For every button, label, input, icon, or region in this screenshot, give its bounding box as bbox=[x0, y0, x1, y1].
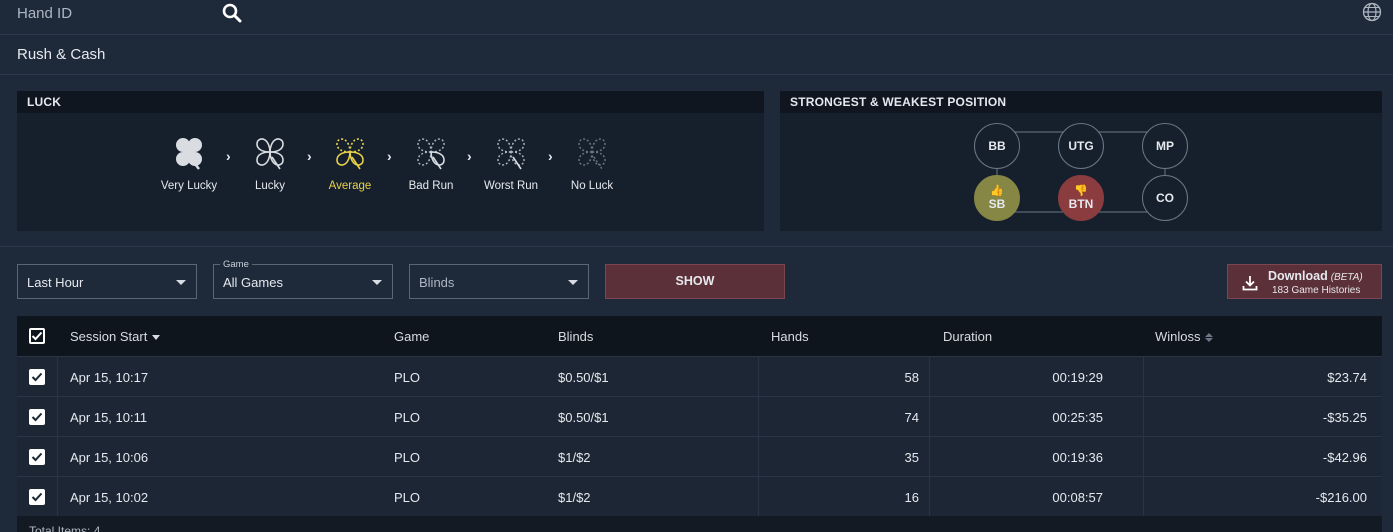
luck-label: Worst Run bbox=[483, 180, 539, 192]
duration: 00:19:36 bbox=[1052, 450, 1103, 465]
winloss: -$35.25 bbox=[1322, 410, 1367, 425]
hands: 16 bbox=[904, 490, 919, 505]
clover-average-icon bbox=[336, 138, 364, 170]
game: PLO bbox=[394, 490, 421, 505]
show-button[interactable]: SHOW bbox=[605, 264, 785, 299]
table-row[interactable]: Apr 15, 10:11 PLO $0.50/$1 74 00:25:35 -… bbox=[17, 396, 1382, 437]
session-start: Apr 15, 10:17 bbox=[70, 370, 149, 385]
column-header-duration: Duration bbox=[943, 329, 993, 344]
row-checkbox[interactable] bbox=[29, 449, 45, 465]
globe-icon[interactable] bbox=[1362, 2, 1382, 22]
checkmark-icon bbox=[31, 412, 43, 422]
download-subtitle: 183 Game Histories bbox=[1272, 285, 1361, 296]
clover-dashed-icon bbox=[417, 138, 445, 170]
clover-dashed-icon bbox=[497, 138, 525, 170]
luck-no-luck: No Luck bbox=[552, 135, 632, 192]
luck-label: No Luck bbox=[570, 180, 614, 192]
total-items: Total Items: 4 bbox=[29, 524, 101, 532]
blinds: $1/$2 bbox=[558, 490, 591, 505]
luck-very-lucky: Very Lucky bbox=[149, 135, 229, 192]
seat-utg: UTG bbox=[1058, 123, 1104, 169]
column-header-session-start[interactable]: Session Start bbox=[70, 329, 161, 344]
column-header-hands: Hands bbox=[771, 329, 809, 344]
seat-sb-strongest: 👍 SB bbox=[974, 175, 1020, 221]
luck-panel: LUCK Very Lucky › Lucky › Average › Bad … bbox=[17, 91, 764, 231]
table-row[interactable]: Apr 15, 10:02 PLO $1/$2 16 00:08:57 -$21… bbox=[17, 476, 1382, 517]
row-checkbox[interactable] bbox=[29, 409, 45, 425]
checkmark-icon bbox=[31, 331, 43, 341]
thumbs-up-icon: 👍 bbox=[990, 184, 1004, 197]
download-label: Download bbox=[1268, 269, 1328, 283]
row-checkbox[interactable] bbox=[29, 489, 45, 505]
hands: 35 bbox=[904, 450, 919, 465]
winloss: -$216.00 bbox=[1315, 490, 1367, 505]
clover-dashed-icon bbox=[578, 138, 606, 170]
game: PLO bbox=[394, 410, 421, 425]
luck-average: Average bbox=[310, 135, 390, 192]
chevron-down-icon bbox=[176, 280, 186, 285]
duration: 00:25:35 bbox=[1052, 410, 1103, 425]
hands: 74 bbox=[904, 410, 919, 425]
download-icon bbox=[1242, 276, 1258, 291]
beta-badge: (BETA) bbox=[1330, 272, 1363, 283]
luck-worst-run: Worst Run bbox=[471, 135, 551, 192]
column-header-game: Game bbox=[394, 329, 430, 344]
sort-desc-icon bbox=[152, 335, 161, 341]
luck-label: Lucky bbox=[254, 180, 286, 192]
seat-co: CO bbox=[1142, 175, 1188, 221]
clover-filled-icon bbox=[176, 138, 202, 170]
checkmark-icon bbox=[31, 372, 43, 382]
page-title: Rush & Cash bbox=[17, 46, 106, 63]
luck-label: Very Lucky bbox=[160, 180, 218, 192]
blinds: $1/$2 bbox=[558, 450, 591, 465]
table-row[interactable]: Apr 15, 10:06 PLO $1/$2 35 00:19:36 -$42… bbox=[17, 436, 1382, 477]
game: PLO bbox=[394, 450, 421, 465]
luck-lucky: Lucky bbox=[230, 135, 310, 192]
blinds-select[interactable]: Blinds bbox=[409, 264, 589, 299]
chevron-down-icon bbox=[568, 280, 578, 285]
seat-bb: BB bbox=[974, 123, 1020, 169]
table-footer: Total Items: 4 bbox=[17, 516, 1382, 532]
column-header-winloss[interactable]: Winloss bbox=[1155, 329, 1213, 344]
duration: 00:08:57 bbox=[1052, 490, 1103, 505]
divider bbox=[0, 246, 1393, 247]
sort-icon bbox=[1204, 333, 1213, 343]
download-button[interactable]: Download (BETA) 183 Game Histories bbox=[1227, 264, 1382, 299]
blinds: $0.50/$1 bbox=[558, 410, 609, 425]
checkmark-icon bbox=[31, 492, 43, 502]
search-icon[interactable] bbox=[222, 3, 242, 23]
luck-label-active: Average bbox=[328, 180, 372, 192]
luck-panel-title: LUCK bbox=[17, 91, 764, 113]
thumbs-down-icon: 👎 bbox=[1074, 184, 1088, 197]
luck-bad-run: Bad Run bbox=[391, 135, 471, 192]
game-select[interactable]: Game All Games bbox=[213, 259, 393, 299]
chevron-down-icon bbox=[372, 280, 382, 285]
winloss: -$42.96 bbox=[1322, 450, 1367, 465]
row-checkbox[interactable] bbox=[29, 369, 45, 385]
checkmark-icon bbox=[31, 452, 43, 462]
game-select-label: Game bbox=[220, 259, 252, 270]
luck-label: Bad Run bbox=[408, 180, 454, 192]
session-start: Apr 15, 10:02 bbox=[70, 490, 149, 505]
blinds: $0.50/$1 bbox=[558, 370, 609, 385]
position-panel: STRONGEST & WEAKEST POSITION BB UTG MP 👍… bbox=[780, 91, 1382, 231]
game: PLO bbox=[394, 370, 421, 385]
session-start: Apr 15, 10:11 bbox=[70, 410, 148, 425]
top-bar: Hand ID bbox=[0, 0, 1393, 35]
duration: 00:19:29 bbox=[1052, 370, 1103, 385]
session-start: Apr 15, 10:06 bbox=[70, 450, 149, 465]
clover-outline-icon bbox=[256, 138, 284, 170]
select-all-checkbox[interactable] bbox=[29, 328, 45, 344]
table-header: Session Start Game Blinds Hands Duration… bbox=[17, 316, 1382, 356]
hand-id-input[interactable]: Hand ID bbox=[17, 5, 72, 22]
table-row[interactable]: Apr 15, 10:17 PLO $0.50/$1 58 00:19:29 $… bbox=[17, 356, 1382, 397]
divider bbox=[0, 74, 1393, 75]
period-select[interactable]: Last Hour bbox=[17, 264, 197, 299]
seat-mp: MP bbox=[1142, 123, 1188, 169]
seat-btn-weakest: 👎 BTN bbox=[1058, 175, 1104, 221]
column-header-blinds: Blinds bbox=[558, 329, 594, 344]
hands: 58 bbox=[904, 370, 919, 385]
winloss: $23.74 bbox=[1327, 370, 1367, 385]
